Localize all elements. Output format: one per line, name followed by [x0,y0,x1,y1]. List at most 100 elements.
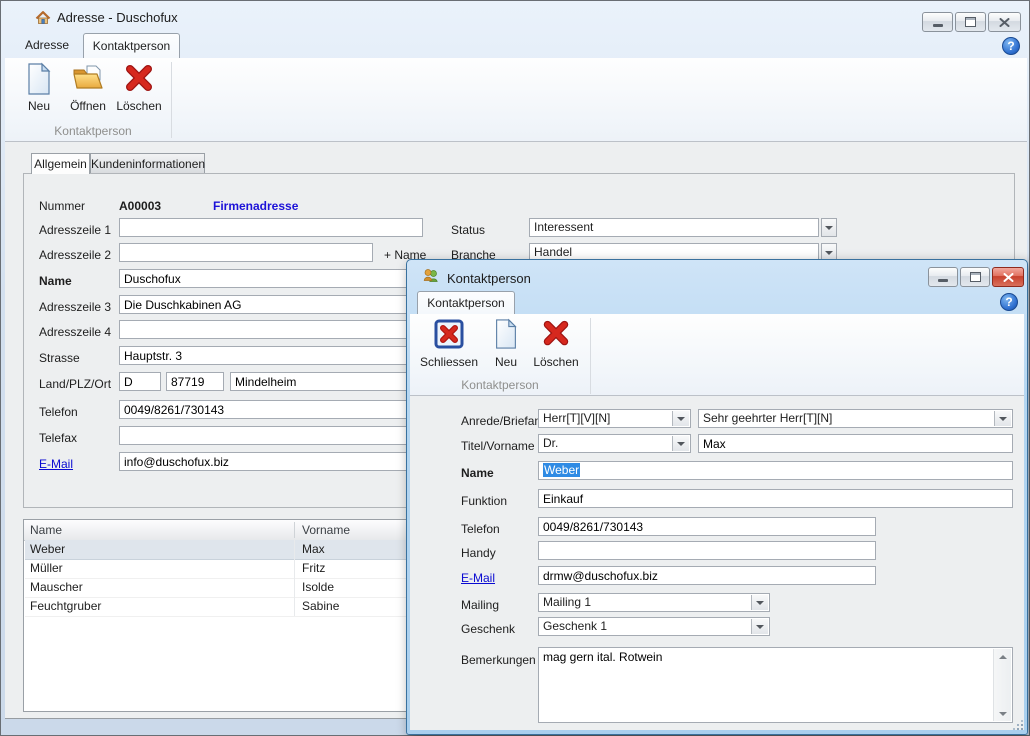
tab-kontaktperson[interactable]: Kontaktperson [83,33,180,58]
adresszeile3-input[interactable] [119,295,446,314]
chevron-down-icon[interactable] [994,411,1011,426]
dialog-tab-kontaktperson[interactable]: Kontaktperson [417,291,515,314]
dialog-maximize-button[interactable] [960,267,990,287]
land-plz-ort-label: Land/PLZ/Ort [39,375,111,394]
briefanrede-value: Sehr geehrter Herr[T][N] [703,411,832,425]
titel-combo[interactable]: Dr. [538,434,691,453]
chevron-down-icon[interactable] [672,436,689,451]
plz-input[interactable] [166,372,224,391]
dialog-neu-label: Neu [495,355,517,369]
maximize-button[interactable] [955,12,986,32]
restore-icon [965,17,976,27]
telefon-label: Telefon [39,403,78,422]
oeffnen-button[interactable]: Öffnen [63,62,113,113]
adresszeile4-input[interactable] [119,320,446,339]
dialog-title: Kontaktperson [447,269,531,289]
status-value: Interessent [534,220,593,234]
geschenk-combo[interactable]: Geschenk 1 [538,617,770,636]
cell-divider [294,578,295,597]
dialog-name-label: Name [461,464,494,483]
cell-vorname: Max [302,540,325,559]
chevron-down-icon[interactable] [672,411,689,426]
name-input[interactable] [119,269,446,288]
chevron-down-icon[interactable] [751,619,768,634]
status-combo[interactable]: Interessent [529,218,819,237]
dialog-loeschen-label: Löschen [533,355,578,369]
column-divider [294,522,295,538]
land-input[interactable] [119,372,161,391]
cell-name: Weber [30,540,65,559]
resize-grip[interactable] [1012,719,1024,731]
help-icon[interactable]: ? [1002,37,1020,55]
telefon-input[interactable] [119,400,446,419]
dialog-email-input[interactable] [538,566,876,585]
column-name[interactable]: Name [30,520,62,540]
textarea-scrollbar[interactable] [993,649,1011,721]
anrede-value: Herr[T][V][N] [543,411,610,425]
minimize-icon [938,279,948,282]
scroll-up-button[interactable] [994,649,1011,664]
status-label: Status [451,221,485,240]
loeschen-button[interactable]: Löschen [113,62,165,113]
status-combo-arrow[interactable] [821,218,837,237]
dialog-name-input[interactable]: Weber [538,461,1013,480]
dialog-telefon-input[interactable] [538,517,876,536]
email-input[interactable] [119,452,446,471]
scroll-down-button[interactable] [994,706,1011,721]
telefax-input[interactable] [119,426,446,445]
handy-input[interactable] [538,541,876,560]
cell-name: Mauscher [30,578,83,597]
column-vorname[interactable]: Vorname [302,520,350,540]
chevron-down-icon [825,251,833,255]
house-icon [35,10,51,26]
red-x-icon [123,62,155,96]
dialog-loeschen-button[interactable]: Löschen [528,318,584,369]
nummer-value: A00003 [119,197,161,216]
tab-kundeninformationen[interactable]: Kundeninformationen [90,153,205,174]
vorname-input[interactable] [698,434,1013,453]
ribbon-group-label: Kontaktperson [19,124,167,138]
selected-text: Weber [543,463,580,477]
geschenk-value: Geschenk 1 [543,619,607,633]
nummer-label: Nummer [39,197,85,216]
screen: Adresse - Duschofux Adresse Kontaktperso… [0,0,1030,736]
new-document-icon [491,318,521,350]
red-x-icon [540,318,572,350]
cell-name: Feuchtgruber [30,597,101,616]
geschenk-label: Geschenk [461,620,515,639]
neu-label: Neu [28,99,50,113]
bemerkungen-textarea[interactable]: mag gern ital. Rotwein [538,647,1013,723]
dialog-neu-button[interactable]: Neu [484,318,528,369]
briefanrede-combo[interactable]: Sehr geehrter Herr[T][N] [698,409,1013,428]
cell-vorname: Fritz [302,559,325,578]
open-folder-icon [71,62,105,96]
tab-adresse[interactable]: Adresse [13,33,81,58]
new-document-icon [23,62,55,96]
cell-divider [294,540,295,559]
kontaktperson-dialog: Kontaktperson Kontaktperson ? Schliessen [406,259,1028,735]
adresszeile1-input[interactable] [119,218,423,237]
dialog-minimize-button[interactable] [928,267,958,287]
schliessen-button[interactable]: Schliessen [416,318,482,369]
firmenadresse-link[interactable]: Firmenadresse [213,197,298,216]
minimize-button[interactable] [922,12,953,32]
cell-name: Müller [30,559,63,578]
adresszeile2-input[interactable] [119,243,373,262]
close-button[interactable] [988,12,1021,32]
dialog-telefon-label: Telefon [461,520,500,539]
neu-button[interactable]: Neu [15,62,63,113]
dialog-close-button[interactable] [992,267,1024,287]
ribbon-divider [590,318,591,394]
anrede-combo[interactable]: Herr[T][V][N] [538,409,691,428]
restore-icon [970,272,981,282]
strasse-input[interactable] [119,346,446,365]
funktion-input[interactable] [538,489,1013,508]
dialog-help-icon[interactable]: ? [1000,293,1018,311]
cell-divider [294,559,295,578]
chevron-down-icon[interactable] [751,595,768,610]
tab-allgemein[interactable]: Allgemein [31,153,90,174]
close-icon [999,18,1010,27]
dialog-email-link[interactable]: E-Mail [461,569,495,588]
mailing-combo[interactable]: Mailing 1 [538,593,770,612]
email-link[interactable]: E-Mail [39,455,73,474]
